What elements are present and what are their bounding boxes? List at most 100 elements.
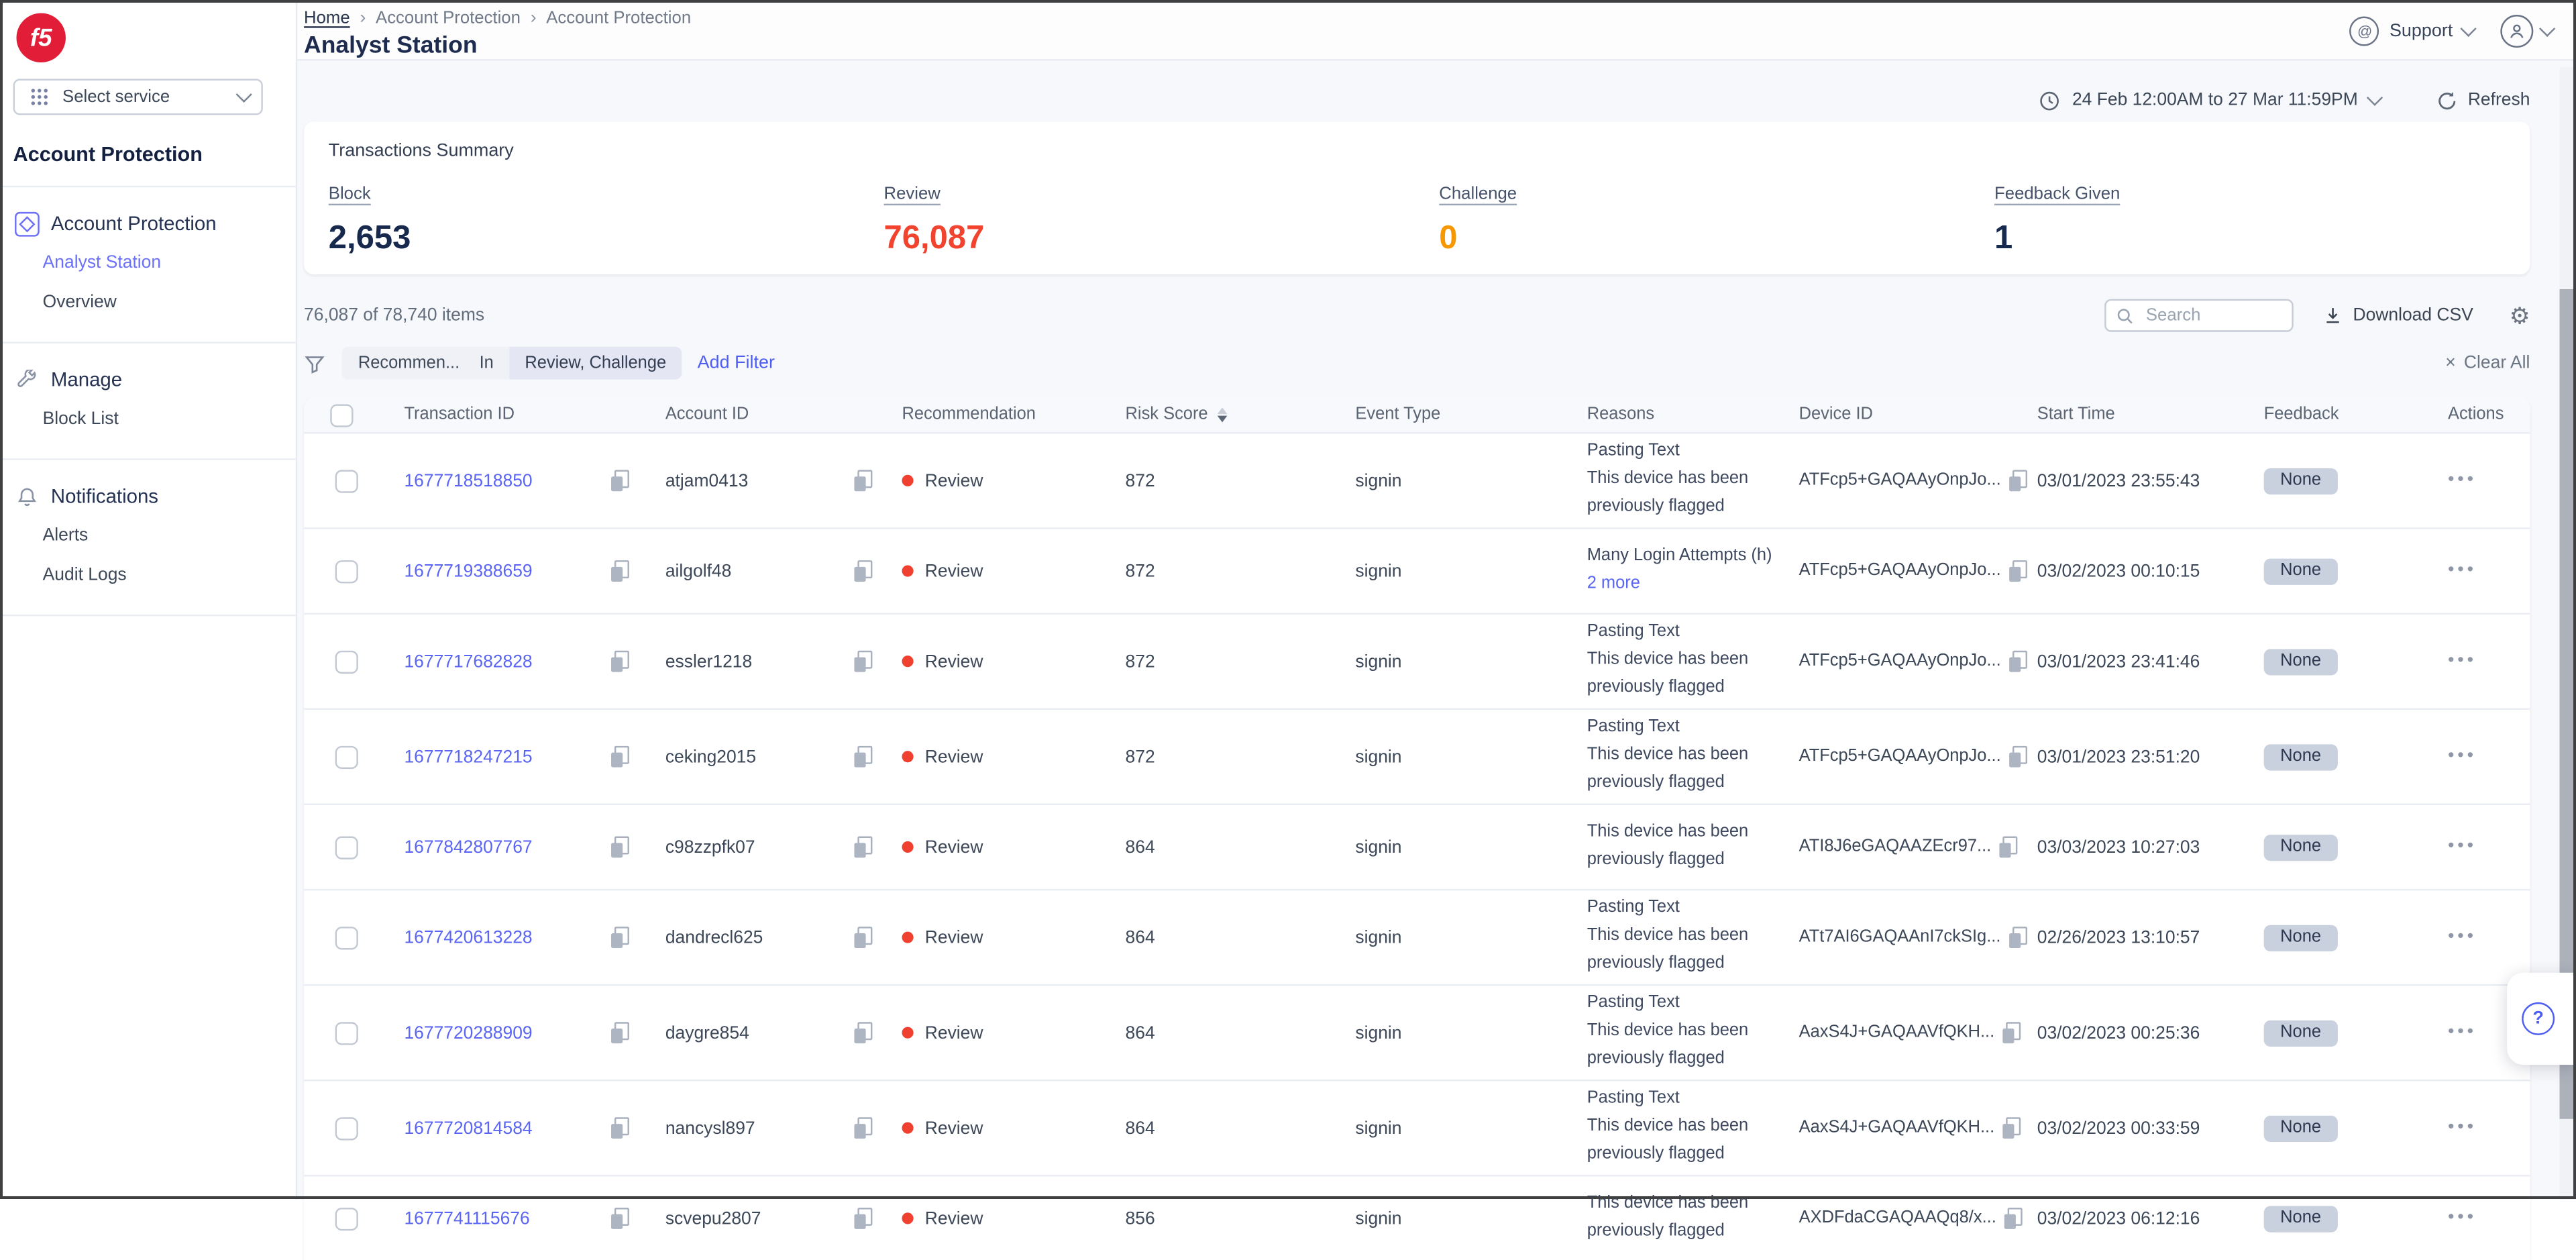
copy-icon[interactable] <box>611 651 629 672</box>
copy-icon[interactable] <box>611 746 629 768</box>
gear-icon[interactable]: ⚙ <box>2510 304 2530 327</box>
transaction-id-link[interactable]: 1677741115676 <box>404 1208 529 1228</box>
column-header-device-id[interactable]: Device ID <box>1799 406 2037 424</box>
support-menu[interactable]: @ Support <box>2350 16 2474 46</box>
copy-icon[interactable] <box>854 927 872 948</box>
copy-icon[interactable] <box>611 1208 629 1229</box>
row-actions-button[interactable] <box>2448 1119 2530 1137</box>
copy-icon[interactable] <box>2009 927 2027 948</box>
copy-icon[interactable] <box>854 1117 872 1139</box>
column-header-transaction-id[interactable]: Transaction ID <box>404 406 665 424</box>
sidebar-item-overview[interactable]: Overview <box>0 282 296 322</box>
sidebar-item-alerts[interactable]: Alerts <box>0 516 296 556</box>
copy-icon[interactable] <box>2004 1208 2023 1229</box>
sidebar-item-manage[interactable]: Manage <box>0 360 296 399</box>
copy-icon[interactable] <box>2009 470 2027 491</box>
copy-icon[interactable] <box>611 1022 629 1043</box>
row-checkbox[interactable] <box>335 469 358 492</box>
copy-icon[interactable] <box>611 837 629 858</box>
select-all-checkbox[interactable] <box>330 403 353 426</box>
copy-icon[interactable] <box>854 560 872 582</box>
copy-icon[interactable] <box>2009 651 2027 672</box>
copy-icon[interactable] <box>854 1022 872 1043</box>
row-actions-button[interactable] <box>2448 747 2530 766</box>
row-checkbox[interactable] <box>335 1116 358 1139</box>
copy-icon[interactable] <box>2009 746 2027 768</box>
row-checkbox[interactable] <box>335 560 358 582</box>
breadcrumb: Home › Account Protection › Account Prot… <box>304 0 2530 28</box>
column-header-event-type[interactable]: Event Type <box>1355 406 1587 424</box>
sidebar-item-analyst-station[interactable]: Analyst Station <box>0 243 296 282</box>
sidebar-item-account-protection[interactable]: Account Protection <box>0 204 296 244</box>
table-row: 1677420613228 dandrecl625 Review 864 sig… <box>304 889 2530 984</box>
row-actions-button[interactable] <box>2448 1209 2530 1227</box>
column-header-start-time[interactable]: Start Time <box>2037 406 2264 424</box>
copy-icon[interactable] <box>854 651 872 672</box>
row-actions-button[interactable] <box>2448 838 2530 856</box>
copy-icon[interactable] <box>854 746 872 768</box>
filter-chip[interactable]: Recommen... In Review, Challenge <box>341 347 681 380</box>
stat-label[interactable]: Block <box>329 184 371 203</box>
user-menu[interactable] <box>2500 15 2553 48</box>
column-header-actions[interactable]: Actions <box>2448 406 2530 424</box>
row-checkbox[interactable] <box>335 1021 358 1044</box>
column-header-recommendation[interactable]: Recommendation <box>902 406 1125 424</box>
row-actions-button[interactable] <box>2448 472 2530 490</box>
copy-icon[interactable] <box>611 1117 629 1139</box>
date-range-picker[interactable]: 24 Feb 12:00AM to 27 Mar 11:59PM <box>2039 89 2381 111</box>
copy-icon[interactable] <box>854 1208 872 1229</box>
column-header-feedback[interactable]: Feedback <box>2264 406 2448 424</box>
search-box[interactable] <box>2105 299 2294 332</box>
start-time-value: 03/02/2023 00:10:15 <box>2037 561 2264 580</box>
copy-icon[interactable] <box>854 837 872 858</box>
more-reasons-link[interactable]: 2 more <box>1587 571 1640 598</box>
app-root: f5 Select service Account Protection Acc… <box>0 0 2576 1200</box>
copy-icon[interactable] <box>611 560 629 582</box>
row-checkbox[interactable] <box>335 1207 358 1230</box>
clear-all-button[interactable]: × Clear All <box>2445 354 2530 373</box>
row-actions-button[interactable] <box>2448 562 2530 580</box>
column-header-reasons[interactable]: Reasons <box>1587 406 1799 424</box>
column-header-risk-score[interactable]: Risk Score <box>1126 406 1356 424</box>
row-checkbox[interactable] <box>335 926 358 949</box>
row-checkbox[interactable] <box>335 745 358 768</box>
copy-icon[interactable] <box>2009 560 2027 582</box>
refresh-button[interactable]: Refresh <box>2436 89 2530 111</box>
sort-desc-icon[interactable] <box>1218 407 1228 422</box>
stat-label[interactable]: Review <box>884 184 941 203</box>
copy-icon[interactable] <box>611 927 629 948</box>
copy-icon[interactable] <box>2002 1117 2021 1139</box>
select-service-dropdown[interactable]: Select service <box>13 79 263 115</box>
column-header-account-id[interactable]: Account ID <box>665 406 902 424</box>
recommendation-value: Review <box>925 1022 983 1042</box>
breadcrumb-home-link[interactable]: Home <box>304 8 350 28</box>
breadcrumb-item[interactable]: Account Protection <box>546 8 691 28</box>
sidebar-item-block-list[interactable]: Block List <box>0 399 296 439</box>
stat-label[interactable]: Feedback Given <box>1994 184 2120 203</box>
reasons-cell: Many Login Attempts (h) 2 more <box>1587 543 1799 599</box>
copy-icon[interactable] <box>854 470 872 491</box>
row-actions-button[interactable] <box>2448 652 2530 670</box>
row-checkbox[interactable] <box>335 650 358 673</box>
search-input[interactable] <box>2143 304 2281 327</box>
transaction-id-link[interactable]: 1677720814584 <box>404 1118 532 1138</box>
transaction-id-link[interactable]: 1677718247215 <box>404 747 532 766</box>
row-actions-button[interactable] <box>2448 929 2530 947</box>
row-checkbox[interactable] <box>335 835 358 858</box>
download-csv-button[interactable]: Download CSV <box>2323 306 2473 325</box>
sidebar-item-notifications[interactable]: Notifications <box>0 476 296 516</box>
copy-icon[interactable] <box>2002 1022 2021 1043</box>
transaction-id-link[interactable]: 1677717682828 <box>404 651 532 671</box>
help-button[interactable]: ? <box>2507 973 2576 1065</box>
breadcrumb-item[interactable]: Account Protection <box>376 8 521 28</box>
transaction-id-link[interactable]: 1677719388659 <box>404 561 532 580</box>
stat-label[interactable]: Challenge <box>1439 184 1517 203</box>
copy-icon[interactable] <box>1999 837 2017 858</box>
copy-icon[interactable] <box>611 470 629 491</box>
transaction-id-link[interactable]: 1677842807767 <box>404 837 532 857</box>
transaction-id-link[interactable]: 1677718518850 <box>404 471 532 490</box>
add-filter-button[interactable]: Add Filter <box>698 354 775 373</box>
transaction-id-link[interactable]: 1677420613228 <box>404 927 532 947</box>
sidebar-item-audit-logs[interactable]: Audit Logs <box>0 556 296 595</box>
transaction-id-link[interactable]: 1677720288909 <box>404 1022 532 1042</box>
